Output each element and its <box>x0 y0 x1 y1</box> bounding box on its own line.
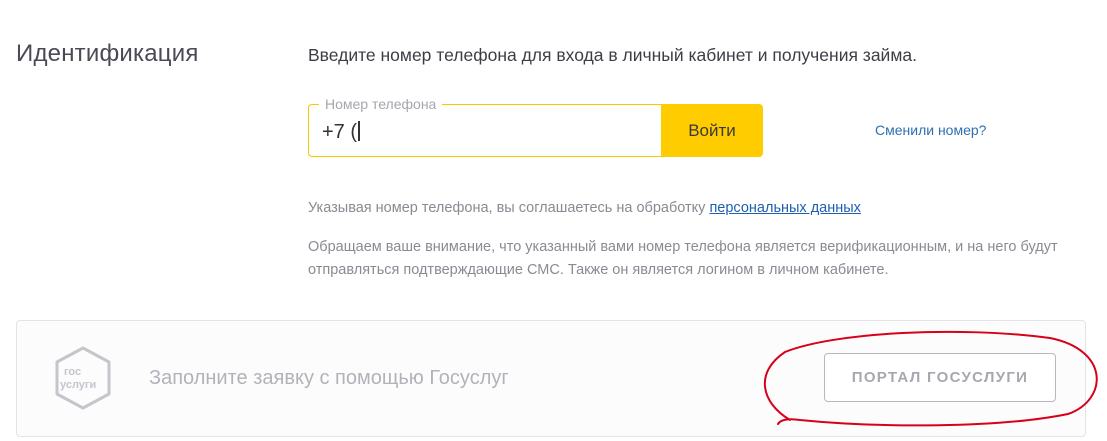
consent-text-body: Указывая номер телефона, вы соглашаетесь… <box>308 200 706 216</box>
personal-data-link[interactable]: персональных данных <box>709 200 860 216</box>
consent-text: Указывая номер телефона, вы соглашаетесь… <box>308 200 861 216</box>
phone-field-label: Номер телефона <box>319 96 443 112</box>
gosuslugi-logo-line2: услуги <box>60 379 96 391</box>
login-button[interactable]: Войти <box>661 104 763 157</box>
phone-input-group: Номер телефона +7 ( Войти <box>308 96 763 157</box>
intro-text: Введите номер телефона для входа в личны… <box>308 45 917 65</box>
phone-field[interactable]: Номер телефона +7 ( <box>308 96 662 157</box>
gosuslugi-logo-icon: гос услуги <box>55 346 111 410</box>
gosuslugi-panel: гос услуги Заполните заявку с помощью Го… <box>16 320 1086 437</box>
gosuslugi-promo-text: Заполните заявку с помощью Госуслуг <box>149 367 509 389</box>
changed-number-link[interactable]: Сменили номер? <box>875 122 986 138</box>
phone-field-value[interactable]: +7 ( <box>322 121 361 143</box>
gosuslugi-logo-line1: гос <box>64 366 81 378</box>
gosuslugi-portal-button[interactable]: ПОРТАЛ ГОСУСЛУГИ <box>824 353 1056 402</box>
section-title: Идентификация <box>16 40 199 67</box>
text-caret <box>358 121 361 141</box>
verification-notice: Обращаем ваше внимание, что указанный ва… <box>308 239 1058 278</box>
phone-value-text: +7 ( <box>322 121 358 143</box>
